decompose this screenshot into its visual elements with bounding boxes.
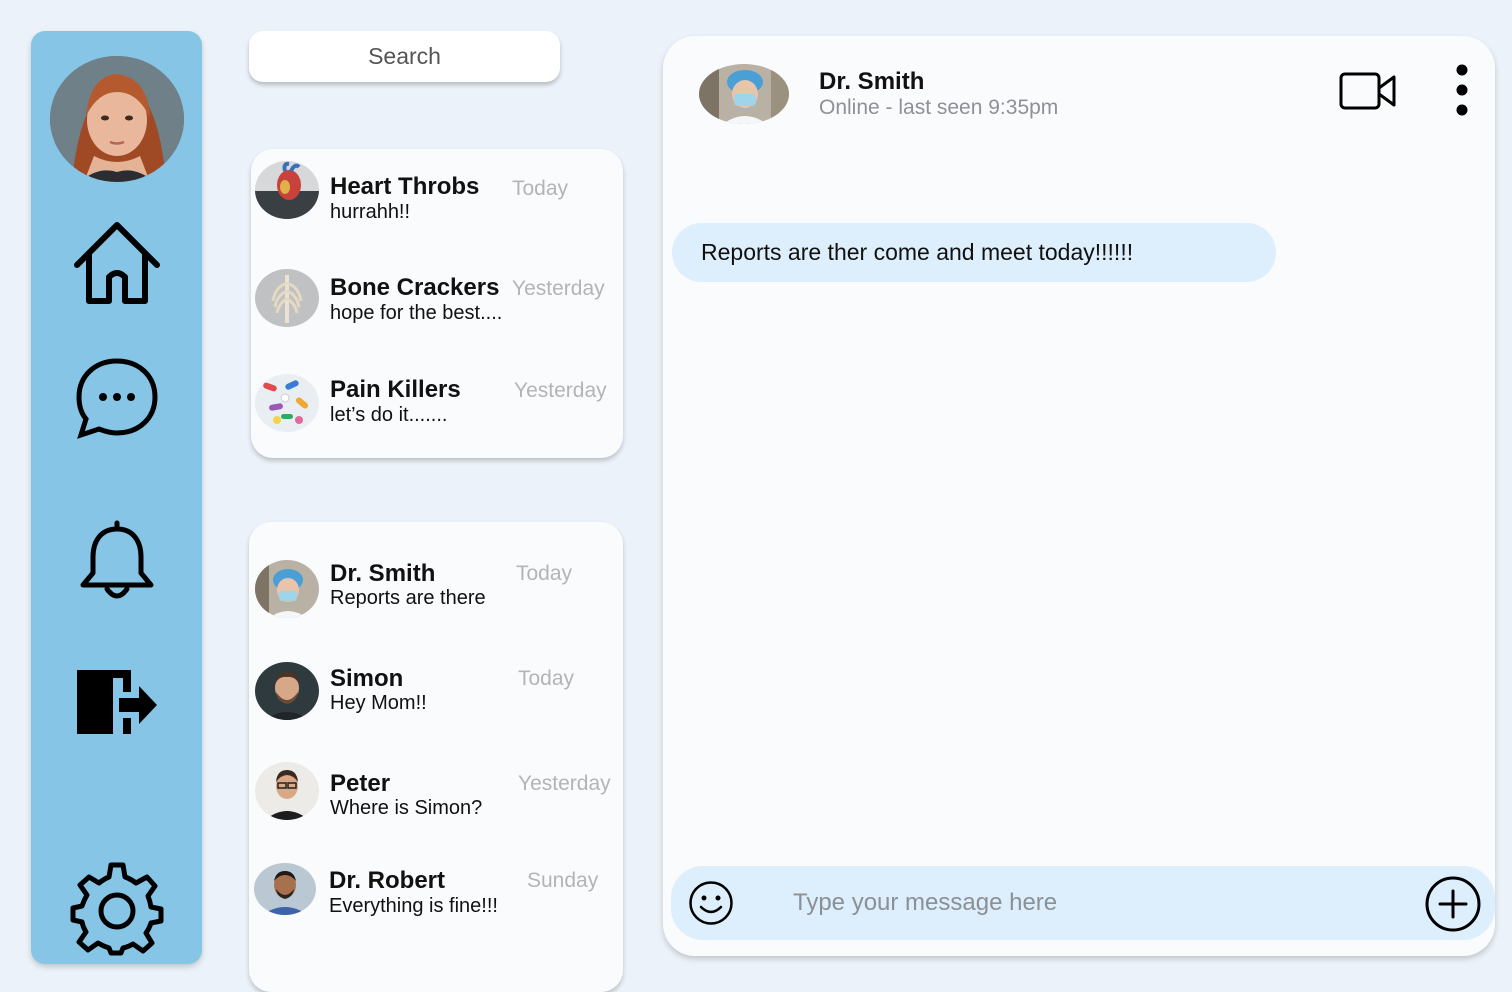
chat-preview: Reports are there [330,587,486,609]
chat-time: Today [518,667,575,690]
bell-icon[interactable] [69,511,165,607]
group-chat-list: Heart Throbs hurrahh!! Today Bone Cracke… [251,149,623,458]
home-icon[interactable] [69,215,165,311]
chat-preview: Where is Simon? [330,797,483,819]
chat-name: Bone Crackers [330,274,500,301]
chat-time: Today [512,177,569,200]
chat-header-avatar[interactable] [699,64,789,124]
list-item-pain-killers[interactable]: Pain Killers let’s do it....... Yesterda… [251,364,623,444]
chat-preview: Everything is fine!!! [329,895,498,917]
contact-avatar [255,560,319,618]
contact-avatar [254,863,316,915]
chat-header-name: Dr. Smith [819,68,925,95]
chat-name: Simon [330,665,404,692]
more-options-icon[interactable] [1451,64,1473,118]
chat-preview: Hey Mom!! [330,692,427,714]
message-input[interactable] [793,883,1353,923]
chat-name: Dr. Smith [330,560,436,587]
chat-time: Yesterday [514,379,607,402]
user-avatar[interactable] [50,56,184,182]
list-item-simon[interactable]: Simon Hey Mom!! Today [249,655,623,735]
chat-preview: hurrahh!! [330,201,411,223]
chat-time: Sunday [527,869,599,892]
chat-preview: hope for the best.... [330,302,503,324]
contact-avatar [255,762,319,820]
chat-preview: let’s do it....... [330,404,448,426]
group-avatar [255,374,319,432]
search-input[interactable] [249,31,560,82]
chat-time: Today [516,562,573,585]
direct-chat-list: Dr. Smith Reports are there Today Simon … [249,522,623,992]
chat-header-status: Online - last seen 9:35pm [819,96,1059,119]
chat-name: Peter [330,770,391,797]
sidebar [31,31,202,964]
contact-avatar [255,662,319,720]
message-text: Reports are ther come and meet today!!!!… [701,239,1134,265]
chat-name: Pain Killers [330,376,461,403]
chat-time: Yesterday [518,772,611,795]
video-call-icon[interactable] [1339,70,1397,112]
chat-panel: Dr. Smith Online - last seen 9:35pm Repo… [663,36,1495,956]
add-attachment-icon[interactable] [1424,875,1482,933]
list-item-heart-throbs[interactable]: Heart Throbs hurrahh!! Today [251,159,623,239]
logout-icon[interactable] [69,654,165,750]
chat-bubble-icon[interactable] [69,351,165,447]
gear-icon[interactable] [69,861,165,957]
group-avatar [255,269,319,327]
list-item-dr-robert[interactable]: Dr. Robert Everything is fine!!! Sunday [249,859,623,939]
group-avatar [255,161,319,219]
list-item-peter[interactable]: Peter Where is Simon? Yesterday [249,760,623,840]
list-item-bone-crackers[interactable]: Bone Crackers hope for the best.... Yest… [251,261,623,341]
chat-name: Dr. Robert [329,867,446,894]
message-bubble: Reports are ther come and meet today!!!!… [672,223,1276,282]
message-composer [671,866,1495,940]
emoji-icon[interactable] [688,880,734,926]
list-item-dr-smith[interactable]: Dr. Smith Reports are there Today [249,550,623,630]
chat-time: Yesterday [512,277,605,300]
chat-name: Heart Throbs [330,173,480,200]
